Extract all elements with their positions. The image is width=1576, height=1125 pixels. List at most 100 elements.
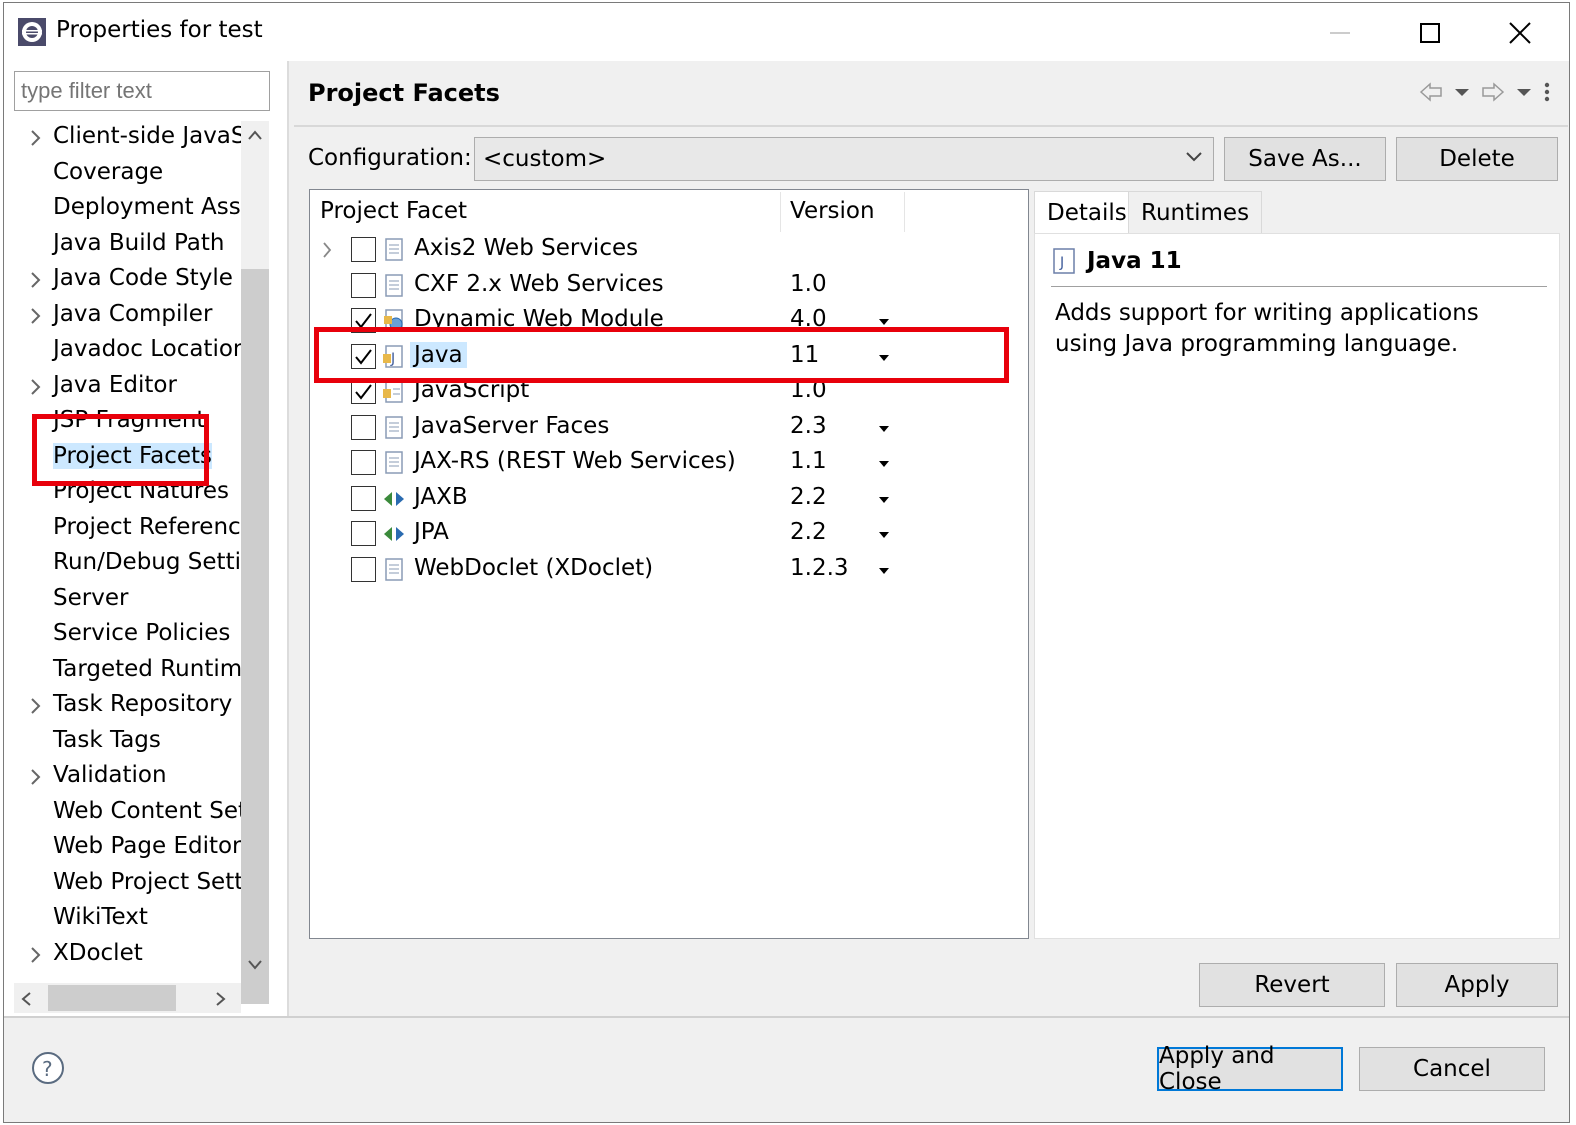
apply-and-close-button[interactable]: Apply and Close [1157,1043,1343,1095]
tree-item[interactable]: Java Editor [4,370,241,405]
tree-item[interactable]: Task Repository [4,689,241,724]
column-divider[interactable] [780,192,781,232]
forward-arrow-icon[interactable] [1481,82,1505,102]
maximize-button[interactable] [1400,11,1460,55]
tree-item-label: Web Content Sett [53,797,241,824]
facet-checkbox[interactable] [351,556,376,582]
configuration-select[interactable]: <custom> [474,137,1214,181]
tree-item[interactable]: Service Policies [4,618,241,653]
filter-input[interactable] [14,71,270,111]
chevron-right-icon[interactable] [26,944,46,966]
version-dropdown-icon[interactable] [879,425,889,432]
tree-item[interactable]: Task Tags [4,725,241,760]
tree-vertical-scrollbar[interactable] [241,121,269,1004]
facet-version[interactable]: 2.2 [790,484,827,510]
tree-item[interactable]: Targeted Runtime [4,654,241,689]
tree-item-label: Javadoc Location [53,336,241,362]
facet-checkbox[interactable] [351,521,376,546]
doc-icon [385,238,403,261]
scroll-right-icon[interactable] [215,991,227,1007]
tree-item-label: Server [53,584,129,611]
version-dropdown-icon[interactable] [879,461,889,467]
doc-icon [385,557,403,581]
facet-row[interactable]: JAXB 2.2 [310,482,1028,517]
help-icon[interactable]: ? [31,1051,65,1085]
facet-row[interactable]: JAX-RS (REST Web Services) 1.1 [310,446,1028,481]
chevron-right-icon[interactable] [26,269,46,291]
tree-item[interactable]: Project Reference [4,512,241,547]
tree-item[interactable]: Web Page Editor [4,831,241,866]
facet-name: CXF 2.x Web Services [414,270,664,297]
back-menu-icon[interactable] [1455,87,1469,97]
tree-item[interactable]: Java Code Style [4,263,241,298]
tree-item[interactable]: Deployment Asser [4,192,241,227]
tree-item-label: Task Tags [53,726,161,753]
cancel-button[interactable]: Cancel [1359,1047,1545,1091]
save-as-button[interactable]: Save As... [1224,137,1386,181]
chevron-right-icon[interactable] [320,241,334,259]
facet-checkbox[interactable] [351,485,376,511]
pane-divider[interactable] [287,61,289,1016]
apply-button[interactable]: Apply [1396,963,1558,1007]
tree-horizontal-scrollbar[interactable] [14,983,241,1013]
configuration-value: <custom> [483,146,607,172]
chevron-right-icon[interactable] [26,127,46,149]
facet-version[interactable]: 1.2.3 [790,555,849,581]
view-menu-icon[interactable] [1543,81,1551,103]
version-dropdown-icon[interactable] [879,532,889,538]
column-header-facet[interactable]: Project Facet [320,190,467,232]
chevron-right-icon[interactable] [26,766,46,788]
facet-name: JPA [414,519,449,545]
facet-checkbox[interactable] [351,272,376,298]
close-button[interactable] [1490,11,1550,55]
facet-row[interactable]: Axis2 Web Services [310,233,1028,268]
version-dropdown-icon[interactable] [879,567,889,574]
delete-button[interactable]: Delete [1396,137,1558,181]
tree-item[interactable]: Javadoc Location [4,334,241,369]
facet-checkbox[interactable] [351,450,376,475]
tree-item[interactable]: XDoclet [4,938,241,973]
tree-item[interactable]: Validation [4,760,241,795]
checkmark-icon [355,384,372,400]
tree-item[interactable]: WikiText [4,902,241,937]
chevron-right-icon[interactable] [26,695,46,717]
version-dropdown-icon[interactable] [879,319,889,325]
tree-item[interactable]: Coverage [4,157,241,192]
revert-button[interactable]: Revert [1199,963,1385,1007]
facet-checkbox[interactable] [351,414,376,440]
back-arrow-icon[interactable] [1419,82,1443,102]
tree-item[interactable]: Client-side JavaSc [4,121,241,156]
tree-item-label: Web Page Editor [53,833,241,859]
tab-runtimes[interactable]: Runtimes [1128,191,1263,233]
tree-item[interactable]: Java Compiler [4,299,241,334]
facet-version[interactable]: 1.1 [790,448,827,474]
tree-hscroll-thumb[interactable] [48,985,176,1011]
facet-version[interactable]: 2.3 [790,413,827,439]
tree-item[interactable]: Web Content Sett [4,796,241,831]
minimize-button[interactable] [1310,11,1370,55]
tree-item[interactable]: Java Build Path [4,228,241,263]
tree-item[interactable]: Web Project Settii [4,867,241,902]
column-divider[interactable] [904,192,905,232]
facet-row[interactable]: JavaServer Faces 2.3 [310,411,1028,446]
forward-menu-icon[interactable] [1517,87,1531,97]
version-dropdown-icon[interactable] [879,496,889,503]
tree-item-label: WikiText [53,904,148,930]
chevron-right-icon[interactable] [26,305,46,327]
tree-scroll-thumb[interactable] [241,269,269,1004]
chevron-right-icon[interactable] [26,376,46,398]
scroll-left-icon[interactable] [20,991,32,1007]
facet-checkbox[interactable] [351,237,376,262]
scroll-down-icon[interactable] [247,959,263,971]
facet-row[interactable]: JPA 2.2 [310,517,1028,552]
facet-version[interactable]: 2.2 [790,519,827,545]
tab-details[interactable]: Details [1034,191,1140,235]
facet-name: JAXB [414,483,468,510]
configuration-label: Configuration: [308,145,472,171]
scroll-up-icon[interactable] [247,129,263,141]
tree-item[interactable]: Server [4,583,241,618]
column-header-version[interactable]: Version [790,190,875,232]
tree-item[interactable]: Run/Debug Settir [4,547,241,582]
facet-row[interactable]: WebDoclet (XDoclet) 1.2.3 [310,553,1028,588]
facet-row[interactable]: CXF 2.x Web Services 1.0 [310,269,1028,304]
